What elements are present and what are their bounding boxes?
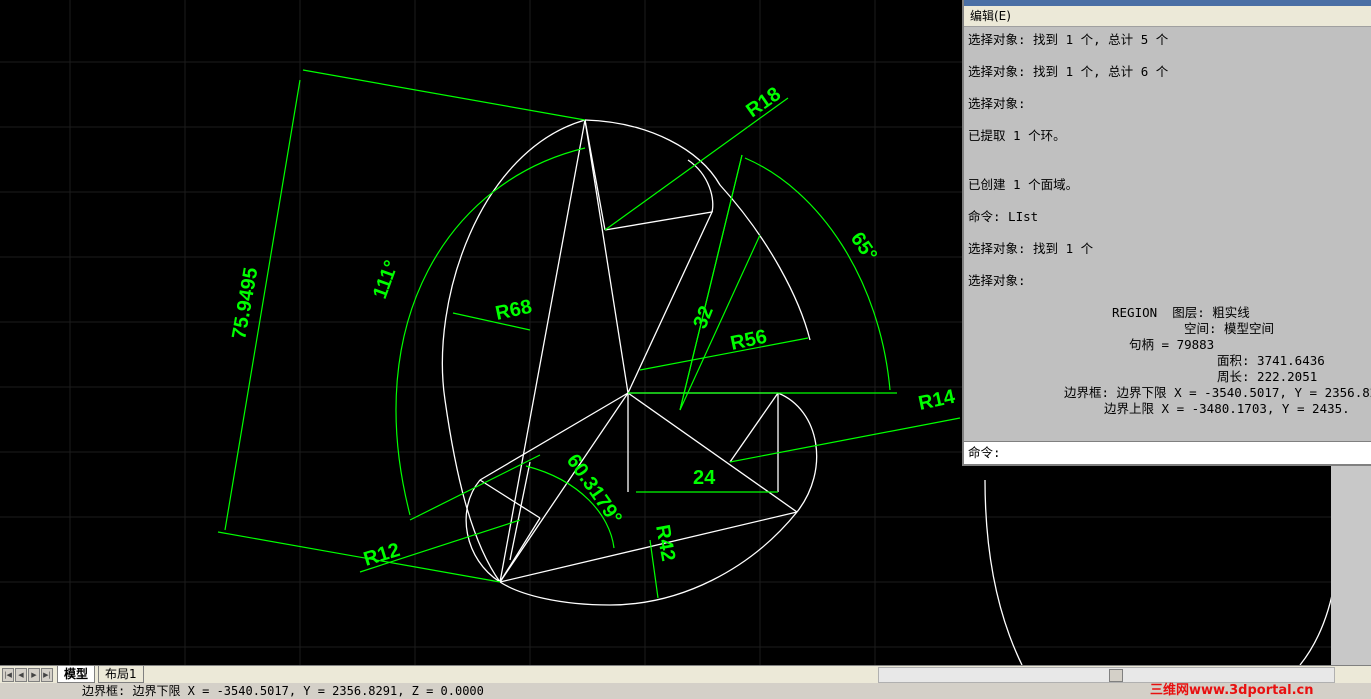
dim-111-deg: 111°	[369, 257, 403, 301]
r12-arc	[465, 479, 501, 583]
outer-left-arc	[441, 119, 586, 583]
next-tab-icon[interactable]: ▶	[28, 668, 40, 682]
history-line: 已创建 1 个面域。	[968, 177, 1079, 192]
history-line: 边界上限 X = -3480.1703, Y = 2435.	[1104, 401, 1350, 416]
command-prompt: 命令:	[968, 445, 1001, 460]
prev-tab-icon[interactable]: ◀	[15, 668, 27, 682]
last-tab-icon[interactable]: ▶|	[41, 668, 53, 682]
dim-32: 32	[689, 303, 718, 332]
text-window-menubar: 编辑(E)	[964, 6, 1371, 27]
tab-model[interactable]: 模型	[57, 666, 96, 683]
dim-r68: R68	[493, 296, 533, 325]
tab-layout1[interactable]: 布局1	[98, 666, 144, 683]
dim-75-9495: 75.9495	[228, 266, 262, 341]
vertical-scrollbar[interactable]	[1331, 466, 1371, 665]
command-input[interactable]: 命令:	[964, 441, 1371, 464]
dim-r56: R56	[728, 326, 768, 355]
command-text-window: 编辑(E) 选择对象: 找到 1 个, 总计 5 个 选择对象: 找到 1 个,…	[962, 0, 1371, 466]
first-tab-icon[interactable]: |◀	[2, 668, 14, 682]
dim-r14: R14	[916, 386, 957, 415]
dimension-texts: 75.9495 R18 65° 111° R68 32 R56 R14 60.3…	[228, 83, 958, 571]
dim-r42: R42	[651, 523, 679, 563]
history-line: 选择对象: 找到 1 个	[968, 241, 1094, 256]
history-line: 选择对象:	[968, 96, 1026, 111]
scroll-thumb[interactable]	[1109, 669, 1123, 682]
command-history: 选择对象: 找到 1 个, 总计 5 个 选择对象: 找到 1 个, 总计 6 …	[964, 27, 1371, 440]
dim-r12: R12	[361, 539, 403, 571]
partial-circle-right	[984, 479, 1023, 665]
watermark: 三维网www.3dportal.cn	[1150, 683, 1314, 698]
history-line: 选择对象: 找到 1 个, 总计 6 个	[968, 64, 1169, 79]
history-line: 已提取 1 个环。	[968, 128, 1066, 143]
history-line: 选择对象: 找到 1 个, 总计 5 个	[968, 32, 1169, 47]
bottom-arc	[499, 511, 798, 606]
menu-edit[interactable]: 编辑(E)	[970, 9, 1011, 23]
history-line: 句柄 = 79883	[1129, 337, 1215, 352]
history-line: 命令: LIst	[968, 209, 1039, 224]
dim-24: 24	[693, 467, 716, 489]
history-line: 选择对象:	[968, 273, 1026, 288]
